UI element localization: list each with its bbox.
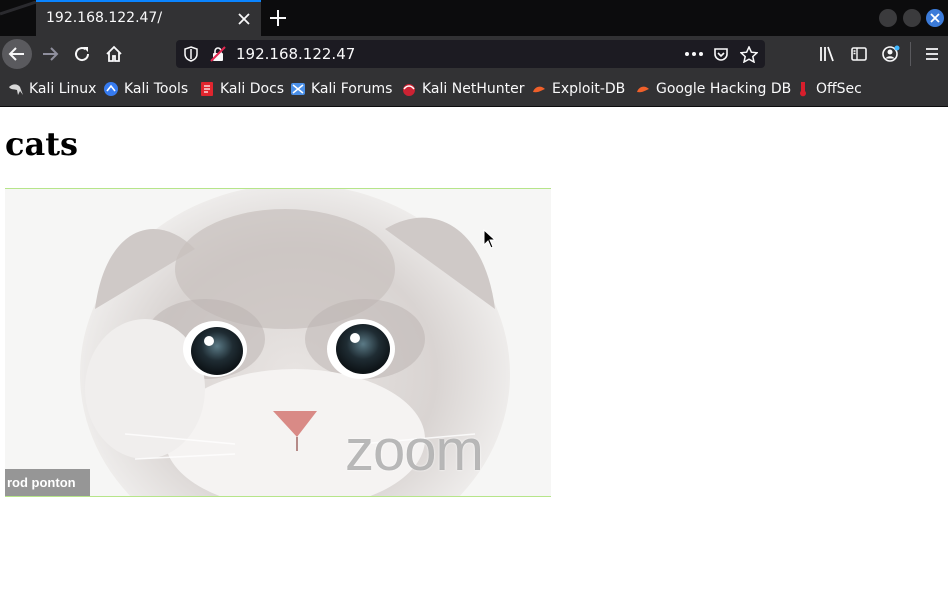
bookmark-google-hacking-db[interactable]: Google Hacking DB — [635, 81, 791, 97]
arrow-right-icon — [43, 47, 59, 61]
sidebar-icon — [851, 47, 867, 61]
close-window-icon — [930, 13, 940, 23]
bookmark-label: Kali Linux — [29, 81, 97, 97]
bookmark-label: Kali NetHunter — [422, 81, 525, 97]
bookmark-kali-linux[interactable]: Kali Linux — [8, 81, 96, 97]
address-bar[interactable]: 192.168.122.47 — [176, 40, 765, 68]
home-button[interactable] — [100, 40, 128, 68]
page-heading: cats — [5, 125, 79, 163]
navigation-toolbar: 192.168.122.47 — [0, 36, 948, 72]
pocket-icon[interactable] — [713, 46, 729, 62]
exploit-db-icon — [533, 86, 545, 93]
bookmark-label: Exploit-DB — [552, 81, 626, 97]
insecure-lock-icon[interactable] — [210, 46, 226, 62]
bookmark-label: Kali Forums — [311, 81, 393, 97]
forward-button[interactable] — [36, 40, 64, 68]
bookmark-label: Kali Docs — [220, 81, 285, 97]
ghdb-icon — [637, 86, 649, 93]
home-icon — [106, 45, 122, 62]
sidebar-button[interactable] — [845, 40, 873, 68]
bookmark-kali-forums[interactable]: Kali Forums — [290, 81, 392, 97]
new-tab-icon[interactable] — [268, 8, 288, 28]
url-text: 192.168.122.47 — [236, 45, 356, 63]
zoom-watermark: zoom — [345, 418, 484, 483]
kali-dragon-icon — [9, 84, 23, 95]
bookmark-offsec[interactable]: OffSec — [795, 81, 862, 97]
reload-button[interactable] — [68, 40, 96, 68]
bookmark-label: Google Hacking DB — [656, 81, 792, 97]
bookmark-label: Kali Tools — [124, 81, 189, 97]
mouse-cursor-icon — [483, 229, 497, 249]
tab-title: 192.168.122.47/ — [46, 10, 163, 26]
kali-docs-icon — [201, 82, 213, 96]
kali-tools-icon — [104, 82, 118, 96]
bookmark-kali-docs[interactable]: Kali Docs — [199, 81, 284, 97]
bookmark-star-icon[interactable] — [740, 46, 758, 63]
tab-bar-decoration — [0, 0, 36, 16]
tracking-shield-icon[interactable] — [184, 46, 198, 62]
account-icon — [882, 45, 900, 62]
participant-name-tag: rod ponton — [5, 469, 90, 496]
maximize-window-button[interactable] — [903, 9, 921, 27]
library-icon — [820, 46, 834, 62]
toolbar-separator — [910, 42, 911, 66]
tab-bar: 192.168.122.47/ — [0, 0, 948, 36]
menu-button[interactable] — [918, 40, 946, 68]
page-actions-icon[interactable] — [684, 51, 704, 57]
kali-nethunter-icon — [403, 84, 415, 96]
bookmark-label: OffSec — [816, 81, 862, 97]
kali-forums-icon — [291, 83, 305, 95]
account-button[interactable] — [877, 40, 905, 68]
bookmarks-toolbar: Kali Linux Kali Tools Kali Docs Kali For… — [0, 72, 948, 107]
bookmark-exploit-db[interactable]: Exploit-DB — [531, 81, 625, 97]
bookmark-kali-tools[interactable]: Kali Tools — [103, 81, 188, 97]
bookmark-kali-nethunter[interactable]: Kali NetHunter — [401, 81, 524, 97]
active-tab[interactable]: 192.168.122.47/ — [36, 0, 261, 36]
hamburger-menu-icon — [926, 48, 938, 60]
reload-icon — [75, 47, 90, 62]
close-tab-icon[interactable] — [236, 11, 252, 27]
minimize-window-button[interactable] — [879, 9, 897, 27]
close-window-button[interactable] — [926, 9, 944, 27]
arrow-left-icon — [8, 47, 24, 61]
kitten-zoom-image: zoom rod ponton — [5, 188, 551, 497]
offsec-icon — [800, 82, 806, 97]
library-button[interactable] — [813, 40, 841, 68]
back-button[interactable] — [2, 39, 32, 69]
